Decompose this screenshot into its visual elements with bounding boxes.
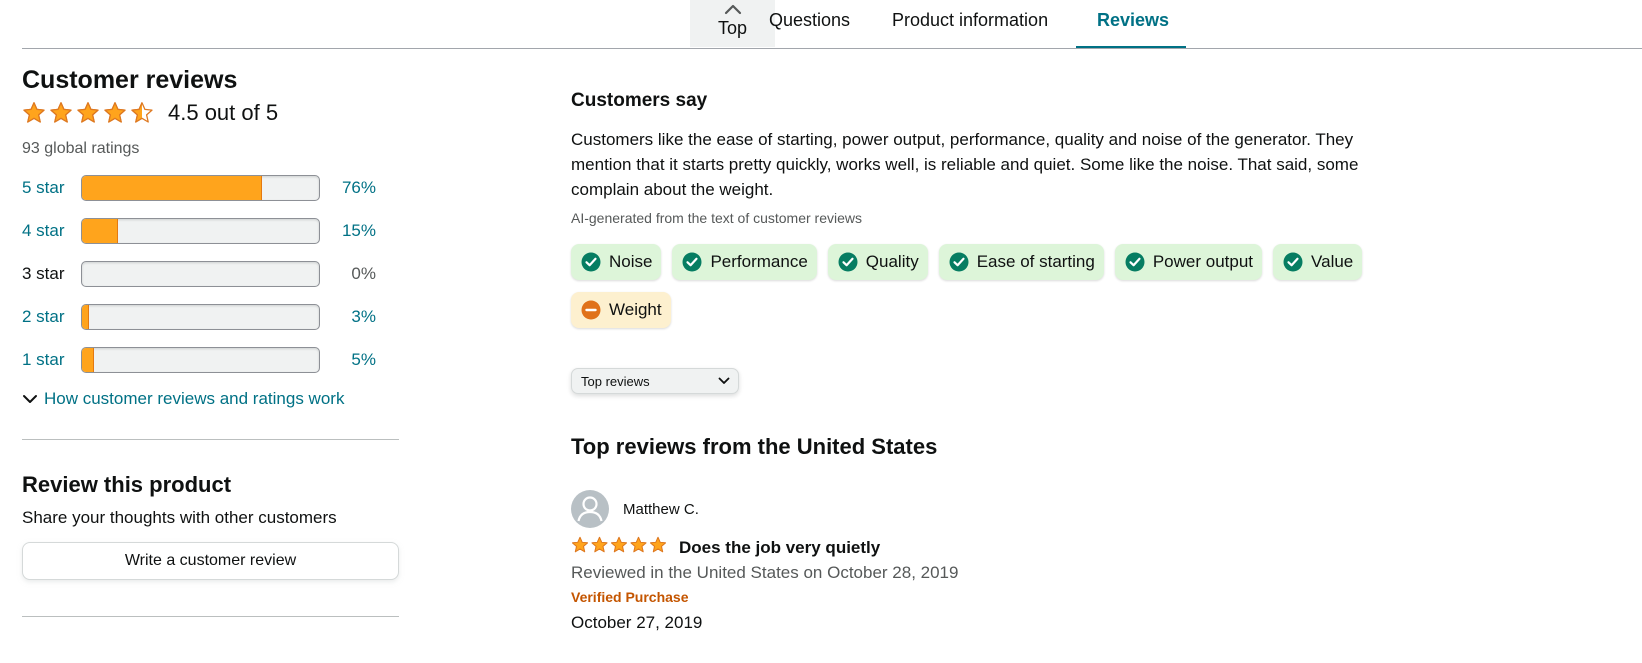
rating-text: 4.5 out of 5 bbox=[168, 100, 279, 125]
star-icon bbox=[591, 536, 608, 553]
tab-questions[interactable]: Questions bbox=[769, 10, 850, 31]
average-rating[interactable]: 4.5 out of 5 bbox=[22, 98, 399, 128]
aspect-chip[interactable]: Value bbox=[1273, 244, 1363, 280]
customers-say-summary: Customers like the ease of starting, pow… bbox=[571, 130, 1359, 199]
histogram-star-label: 1 star bbox=[22, 349, 65, 369]
histogram-percent: 15% bbox=[341, 220, 376, 240]
section-divider-bottom bbox=[22, 616, 399, 617]
histogram-row[interactable]: 5 star 76% bbox=[22, 166, 399, 209]
tab-product-information[interactable]: Product information bbox=[892, 10, 1048, 31]
histogram-bar-fill bbox=[82, 175, 263, 200]
reviewer-name: Matthew C. bbox=[623, 500, 699, 518]
histogram-row[interactable]: 4 star 15% bbox=[22, 209, 399, 252]
how-reviews-work-label: How customer reviews and ratings work bbox=[44, 389, 345, 408]
chevron-down-icon bbox=[23, 395, 37, 403]
section-divider bbox=[22, 439, 399, 440]
rating-stars bbox=[22, 101, 154, 125]
review-title-row[interactable]: Does the job very quietly bbox=[571, 536, 1421, 559]
reviews-column: Customers say Customers like the ease of… bbox=[571, 90, 1421, 633]
aspect-chip[interactable]: Weight bbox=[571, 292, 671, 328]
review-this-product-heading: Review this product bbox=[22, 472, 232, 497]
tab-reviews[interactable]: Reviews bbox=[1097, 10, 1169, 31]
customer-reviews-heading: Customer reviews bbox=[22, 66, 238, 94]
star-icon bbox=[131, 102, 153, 123]
write-review-button[interactable]: Write a customer review bbox=[22, 542, 399, 580]
aspect-chip[interactable]: Noise bbox=[571, 244, 662, 280]
histogram-bar bbox=[81, 217, 320, 244]
star-icon bbox=[630, 536, 647, 553]
sort-reviews-select[interactable]: Top reviews bbox=[571, 368, 739, 394]
minus-circle-icon bbox=[581, 300, 601, 320]
histogram-bar bbox=[81, 260, 320, 287]
histogram-percent: 5% bbox=[351, 349, 376, 369]
ratings-column: Customer reviews 4.5 out of 5 93 global … bbox=[22, 64, 399, 617]
review-body-date: October 27, 2019 bbox=[571, 613, 703, 632]
aspect-chip-label: Power output bbox=[1152, 252, 1254, 271]
star-icon bbox=[650, 536, 666, 553]
histogram-row[interactable]: 2 star 3% bbox=[22, 295, 399, 338]
histogram-row: 3 star 0% bbox=[22, 252, 399, 295]
star-icon bbox=[104, 102, 126, 123]
star-icon bbox=[572, 536, 588, 553]
aspect-chip[interactable]: Ease of starting bbox=[938, 244, 1104, 280]
check-circle-icon bbox=[1125, 252, 1145, 272]
check-circle-icon bbox=[838, 252, 858, 272]
tab-top[interactable]: Top bbox=[690, 0, 775, 47]
how-reviews-work-link[interactable]: How customer reviews and ratings work bbox=[22, 389, 399, 409]
verified-purchase-badge: Verified Purchase bbox=[571, 589, 689, 605]
sort-selected-value: Top reviews bbox=[581, 373, 650, 389]
aspect-chip-label: Ease of starting bbox=[976, 252, 1095, 271]
aspect-chip[interactable]: Quality bbox=[827, 244, 928, 280]
review-stars bbox=[571, 536, 667, 559]
histogram-percent: 3% bbox=[351, 306, 376, 326]
check-circle-icon bbox=[581, 252, 601, 272]
star-icon bbox=[611, 536, 627, 553]
histogram-bar bbox=[81, 174, 320, 201]
histogram-percent: 76% bbox=[341, 177, 376, 197]
star-icon bbox=[77, 102, 99, 123]
aspect-chip-label: Quality bbox=[865, 252, 919, 271]
customers-say-heading: Customers say bbox=[571, 90, 708, 111]
user-avatar-icon bbox=[571, 490, 609, 528]
histogram-star-label: 3 star bbox=[22, 263, 65, 283]
share-thoughts-text: Share your thoughts with other customers bbox=[22, 508, 337, 527]
histogram-bar-fill bbox=[82, 304, 90, 329]
histogram-bar bbox=[81, 346, 320, 373]
aspect-chip-label: Value bbox=[1311, 252, 1354, 271]
ai-generated-note: AI-generated from the text of customer r… bbox=[571, 210, 863, 226]
chevron-up-icon bbox=[724, 4, 741, 15]
star-icon bbox=[23, 102, 45, 123]
histogram-star-label: 5 star bbox=[22, 177, 65, 197]
product-section-nav: Top Questions Product information Review… bbox=[0, 0, 1642, 50]
aspect-chip-label: Performance bbox=[710, 252, 808, 271]
histogram-star-label: 4 star bbox=[22, 220, 65, 240]
aspect-chips: Noise Performance Quality Ease of starting P… bbox=[571, 244, 1411, 340]
histogram-star-label: 2 star bbox=[22, 306, 65, 326]
aspect-chip-label: Weight bbox=[609, 300, 662, 319]
aspect-chip[interactable]: Power output bbox=[1114, 244, 1263, 280]
histogram-percent: 0% bbox=[351, 263, 376, 283]
review-title[interactable]: Does the job very quietly bbox=[679, 538, 880, 558]
review-item: Matthew C. Does the job very quietly Rev… bbox=[571, 490, 1421, 633]
histogram-bar bbox=[81, 303, 320, 330]
check-circle-icon bbox=[949, 252, 969, 272]
histogram-row[interactable]: 1 star 5% bbox=[22, 338, 399, 381]
tab-top-label: Top bbox=[717, 18, 748, 38]
aspect-chip[interactable]: Performance bbox=[672, 244, 817, 280]
chevron-down-icon bbox=[718, 377, 730, 384]
rating-histogram: 5 star 76% 4 star 15% 3 star 0% 2 star 3% 1 star… bbox=[22, 166, 399, 381]
aspect-chip-label: Noise bbox=[609, 252, 653, 271]
review-this-product: Review this product Share your thoughts … bbox=[22, 472, 399, 580]
top-reviews-heading: Top reviews from the United States bbox=[571, 434, 938, 459]
review-meta: Reviewed in the United States on October… bbox=[571, 563, 959, 582]
star-icon bbox=[50, 102, 72, 123]
nav-divider bbox=[22, 48, 1642, 49]
histogram-bar-fill bbox=[82, 347, 94, 372]
check-circle-icon bbox=[682, 252, 702, 272]
reviewer-profile[interactable]: Matthew C. bbox=[571, 490, 1421, 528]
check-circle-icon bbox=[1283, 252, 1303, 272]
global-ratings-count: 93 global ratings bbox=[22, 140, 140, 157]
histogram-bar-fill bbox=[82, 218, 118, 243]
